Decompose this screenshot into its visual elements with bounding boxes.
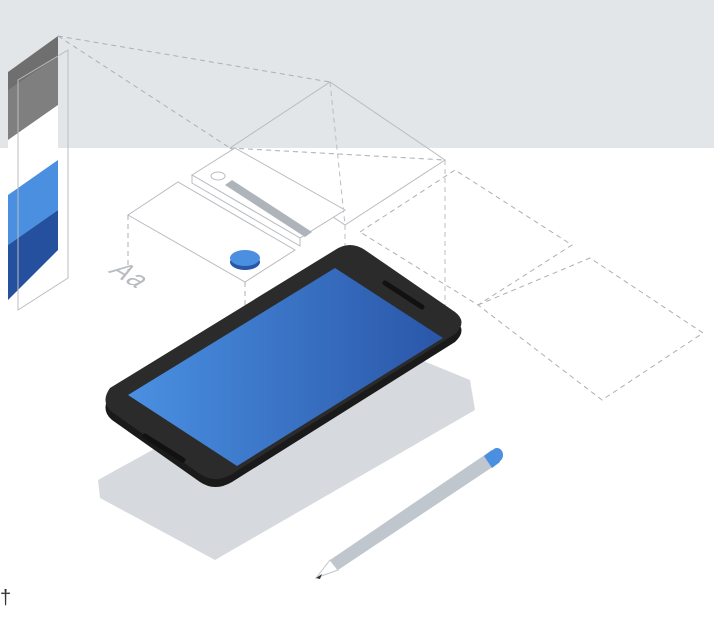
isometric-illustration bbox=[8, 35, 704, 580]
design-illustration: Aa † bbox=[0, 0, 714, 626]
perspective-guides bbox=[57, 35, 446, 161]
corner-glyph: † bbox=[0, 587, 12, 609]
color-swatch-icon bbox=[8, 36, 69, 311]
